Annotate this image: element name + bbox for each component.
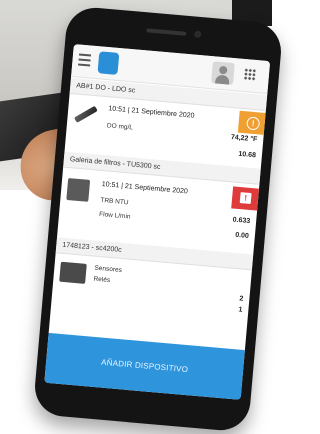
menu-icon[interactable]: [78, 53, 92, 67]
param-value: 1: [238, 306, 243, 314]
param-value: 0.00: [234, 231, 250, 240]
warning-icon: !: [246, 116, 261, 131]
param-label: Sensores: [94, 264, 123, 275]
param-value: 0.633: [232, 216, 251, 226]
param-label: DO mg/L: [106, 122, 134, 132]
add-device-button[interactable]: AÑADIR DISPOSITIVO: [44, 332, 245, 400]
app-screen: AB#1 DO - LDO sc 10:51 | 21 Septiembre 2…: [44, 44, 271, 400]
param-value: 74,22 °F: [230, 134, 258, 144]
smartphone: AB#1 DO - LDO sc 10:51 | 21 Septiembre 2…: [32, 5, 284, 433]
user-icon[interactable]: [211, 61, 235, 86]
param-label: TRB NTU: [100, 196, 129, 207]
param-label: Relés: [93, 275, 111, 285]
phone-speaker: [146, 28, 187, 36]
grid-icon[interactable]: [243, 67, 257, 81]
error-indicator[interactable]: !: [231, 186, 260, 211]
param-value: 2: [239, 295, 244, 303]
phone-camera: [193, 30, 202, 39]
device-timestamp: 10:51 | 21 Septiembre 2020: [108, 105, 195, 120]
app-logo-icon[interactable]: [97, 51, 120, 75]
phone-wrapper: AB#1 DO - LDO sc 10:51 | 21 Septiembre 2…: [0, 0, 284, 434]
param-label: Flow L/min: [98, 210, 131, 221]
controller-image: [59, 261, 87, 284]
turbidimeter-image: [66, 178, 91, 202]
warning-indicator[interactable]: !: [237, 110, 266, 135]
param-value: 10.68: [238, 150, 257, 160]
device-timestamp: 10:51 | 21 Septiembre 2020: [101, 180, 189, 196]
device-title[interactable]: Galeria de filtros - TU5300 sc: [63, 151, 261, 185]
error-icon: !: [239, 192, 252, 205]
probe-sensor-image: [73, 102, 98, 126]
